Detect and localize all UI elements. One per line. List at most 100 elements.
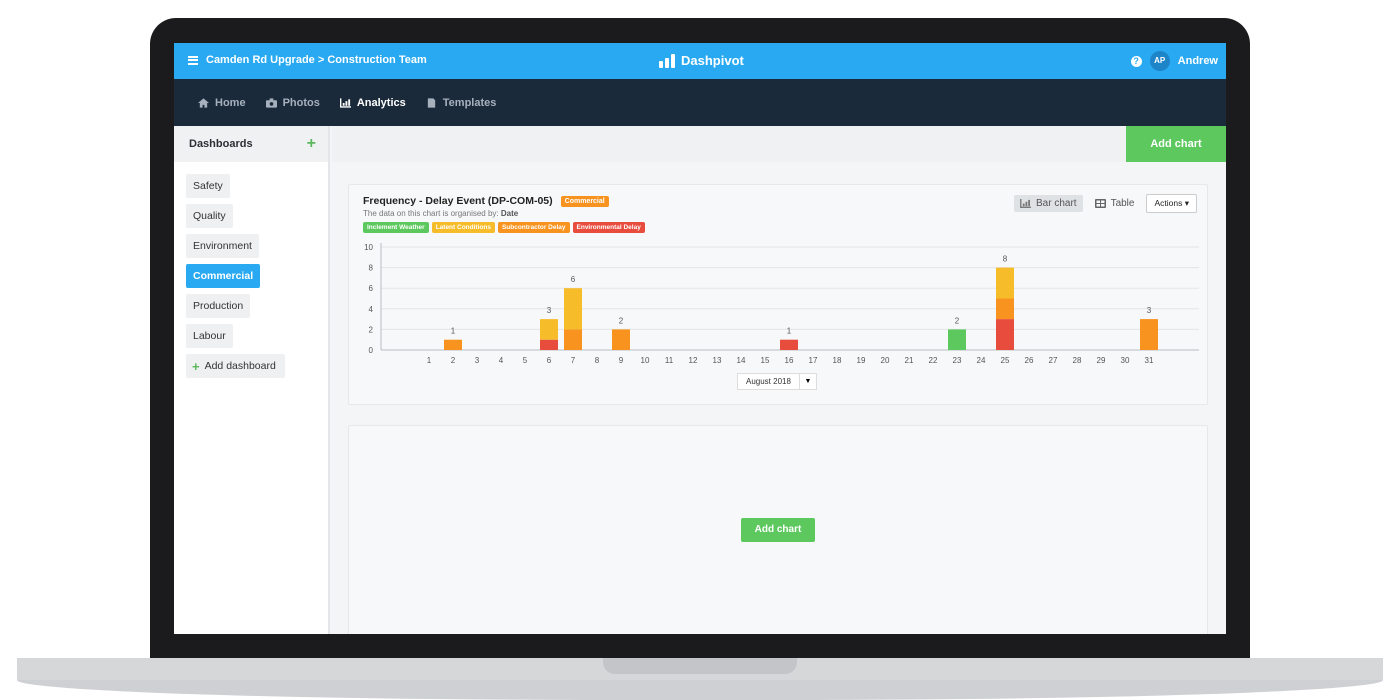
- camera-icon: [265, 97, 277, 108]
- x-tick-label: 12: [689, 356, 698, 365]
- bar-chart-view-button[interactable]: Bar chart: [1013, 195, 1083, 212]
- add-icon[interactable]: +: [307, 136, 316, 152]
- x-tick-label: 5: [523, 356, 528, 365]
- home-icon: [198, 97, 209, 108]
- x-tick-label: 22: [929, 356, 938, 365]
- data-label: 1: [451, 327, 456, 336]
- y-tick-label: 2: [369, 325, 374, 334]
- chart-title-text: Frequency - Delay Event (DP-COM-05): [363, 195, 553, 207]
- avatar[interactable]: AP: [1149, 51, 1170, 71]
- bar-segment: [444, 339, 462, 350]
- y-tick-label: 6: [369, 284, 374, 293]
- add-dashboard-label: Add dashboard: [204, 360, 276, 372]
- x-tick-label: 19: [857, 356, 866, 365]
- data-label: 1: [787, 327, 792, 336]
- add-chart-button[interactable]: Add chart: [1126, 126, 1226, 162]
- bar-segment: [540, 339, 558, 350]
- actions-dropdown[interactable]: Actions ▾: [1146, 194, 1197, 213]
- table-label: Table: [1110, 198, 1135, 209]
- x-tick-label: 21: [905, 356, 914, 365]
- legend-item[interactable]: Inclement Weather: [363, 222, 429, 233]
- empty-chart-card: Add chart: [348, 425, 1208, 634]
- sidebar-item-production[interactable]: Production: [186, 294, 251, 318]
- top-bar: Camden Rd Upgrade > Construction Team Da…: [174, 43, 1226, 79]
- bar-segment: [540, 319, 558, 340]
- laptop-notch: [603, 658, 797, 674]
- nav-item-analytics[interactable]: Analytics: [339, 97, 406, 109]
- bar-segment: [564, 329, 582, 350]
- user-name[interactable]: Andrew: [1178, 55, 1218, 67]
- x-tick-label: 3: [475, 356, 480, 365]
- x-tick-label: 15: [761, 356, 770, 365]
- bar-segment: [996, 319, 1014, 350]
- nav-label: Templates: [442, 96, 497, 109]
- help-icon[interactable]: ?: [1130, 55, 1142, 67]
- nav-item-photos[interactable]: Photos: [265, 97, 320, 109]
- legend-item[interactable]: Subcontractor Delay: [497, 222, 570, 233]
- x-tick-label: 1: [427, 356, 432, 365]
- data-label: 8: [1003, 255, 1008, 264]
- dashboard-list: Safety Quality Environment Commercial Pr…: [174, 162, 328, 384]
- x-tick-label: 11: [665, 356, 674, 365]
- data-label: 3: [1147, 306, 1152, 315]
- x-tick-label: 6: [547, 356, 552, 365]
- sidebar-item-quality[interactable]: Quality: [186, 204, 233, 228]
- brand-logo[interactable]: Dashpivot: [659, 53, 744, 68]
- x-tick-label: 18: [833, 356, 842, 365]
- add-chart-center-button[interactable]: Add chart: [741, 518, 815, 542]
- x-tick-label: 30: [1121, 356, 1130, 365]
- x-tick-label: 14: [737, 356, 746, 365]
- x-tick-label: 26: [1025, 356, 1034, 365]
- y-tick-label: 10: [364, 243, 373, 252]
- bar-segment: [1140, 319, 1158, 350]
- x-tick-label: 8: [595, 356, 600, 365]
- chart-legend: Inclement Weather Latent Conditions Subcon…: [363, 222, 645, 233]
- add-dashboard-button[interactable]: + Add dashboard: [186, 354, 285, 378]
- legend-item[interactable]: Environmental Delay: [572, 222, 645, 233]
- bar-segment: [996, 298, 1014, 320]
- chart-title: Frequency - Delay Event (DP-COM-05) Comm…: [363, 195, 609, 207]
- chart-card: 0 2 4 6 8 10 1 2 3 4 5 6 7 8 9 10 11 12 13 14 15 16 17 18 19 20 21…: [348, 184, 1208, 405]
- data-label: 2: [955, 316, 960, 325]
- sidebar-header: Dashboards +: [174, 126, 328, 162]
- data-label: 6: [571, 275, 576, 284]
- x-tick-label: 13: [713, 356, 722, 365]
- month-value[interactable]: August 2018: [737, 373, 800, 390]
- y-tick-label: 8: [369, 264, 374, 273]
- data-label: 2: [619, 316, 624, 325]
- x-tick-label: 28: [1073, 356, 1082, 365]
- x-tick-label: 2: [451, 356, 456, 365]
- bar-chart-icon: [1020, 199, 1031, 208]
- table-view-button[interactable]: Table: [1089, 195, 1141, 212]
- sidebar-item-labour[interactable]: Labour: [186, 324, 233, 348]
- x-tick-label: 27: [1049, 356, 1058, 365]
- sidebar-item-safety[interactable]: Safety: [186, 174, 230, 198]
- caret-down-icon: ▾: [1184, 198, 1189, 208]
- category-tag: Commercial: [560, 195, 609, 207]
- laptop-base-shadow: [17, 680, 1383, 700]
- brand-name: Dashpivot: [681, 53, 744, 68]
- sidebar-item-environment[interactable]: Environment: [186, 234, 259, 258]
- x-tick-label: 20: [881, 356, 890, 365]
- main-toolbar: Add chart: [332, 126, 1226, 162]
- plus-icon: +: [192, 358, 200, 374]
- logo-icon: [659, 54, 675, 68]
- x-tick-label: 7: [571, 356, 576, 365]
- month-selector[interactable]: August 2018 ▼: [737, 373, 817, 390]
- legend-item[interactable]: Latent Conditions: [431, 222, 495, 233]
- document-icon: [427, 97, 435, 108]
- nav-item-home[interactable]: Home: [198, 97, 246, 109]
- x-tick-label: 23: [953, 356, 962, 365]
- app-screen: Camden Rd Upgrade > Construction Team Da…: [174, 43, 1226, 634]
- sidebar-item-commercial[interactable]: Commercial: [186, 264, 261, 288]
- menu-icon[interactable]: [188, 55, 198, 65]
- chevron-down-icon[interactable]: ▼: [799, 373, 817, 390]
- breadcrumb[interactable]: Camden Rd Upgrade > Construction Team: [188, 54, 427, 66]
- sidebar-title: Dashboards: [189, 138, 253, 150]
- x-tick-label: 16: [785, 356, 794, 365]
- bar-segment: [564, 288, 582, 330]
- breadcrumb-text[interactable]: Camden Rd Upgrade > Construction Team: [206, 54, 427, 66]
- subtitle-prefix: The data on this chart is organised by:: [363, 209, 499, 218]
- x-tick-label: 31: [1145, 356, 1154, 365]
- nav-item-templates[interactable]: Templates: [426, 96, 497, 109]
